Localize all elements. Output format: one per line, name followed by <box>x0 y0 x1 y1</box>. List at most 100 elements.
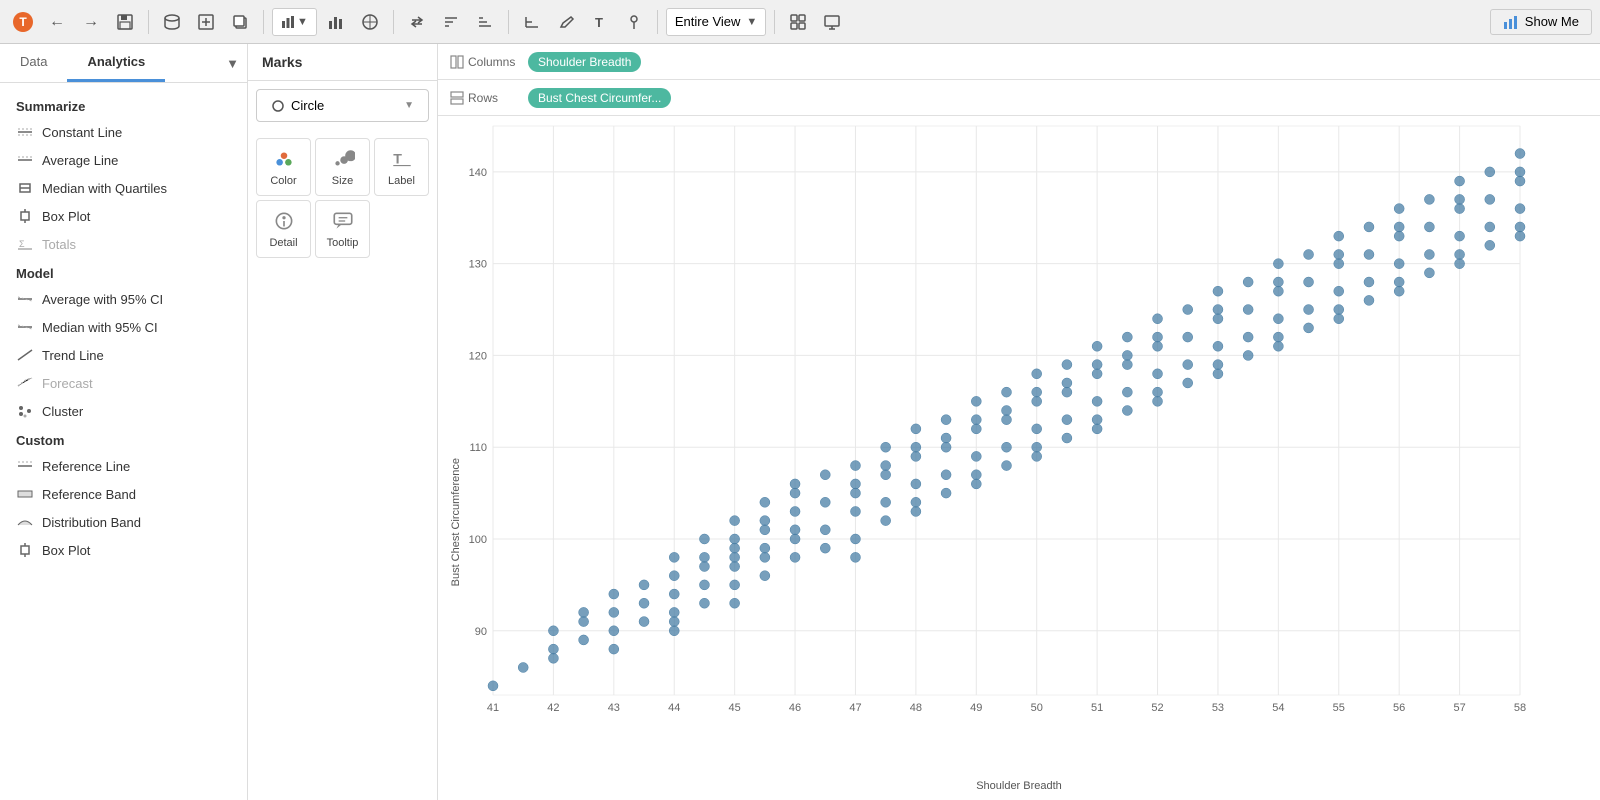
svg-text:51: 51 <box>1091 702 1103 714</box>
toolbar: T ← → ▼ T Enti <box>0 0 1600 44</box>
tableau-logo-icon: T <box>8 7 38 37</box>
marks-type-dropdown[interactable]: Circle ▼ <box>256 89 429 122</box>
svg-text:42: 42 <box>547 702 559 714</box>
item-box-plot-summarize[interactable]: Box Plot <box>0 202 247 230</box>
forward-button[interactable]: → <box>76 7 106 37</box>
rows-pill[interactable]: Bust Chest Circumfer... <box>528 88 671 108</box>
svg-text:140: 140 <box>469 167 487 179</box>
svg-text:90: 90 <box>475 626 487 638</box>
svg-text:56: 56 <box>1393 702 1405 714</box>
svg-text:110: 110 <box>469 442 487 454</box>
svg-text:T: T <box>393 151 402 167</box>
annotation-icon[interactable] <box>551 7 581 37</box>
item-trend-line[interactable]: Trend Line <box>0 341 247 369</box>
sort-asc-icon[interactable] <box>436 7 466 37</box>
marks-panel: Marks Circle ▼ Color <box>248 44 438 800</box>
text-icon[interactable]: T <box>585 7 615 37</box>
svg-text:100: 100 <box>469 534 487 546</box>
separator-6 <box>774 10 775 34</box>
y-axis-label: Bust Chest Circumference <box>450 458 462 586</box>
svg-text:120: 120 <box>469 350 487 362</box>
item-average-line[interactable]: Average Line <box>0 146 247 174</box>
swap-icon[interactable] <box>402 7 432 37</box>
svg-text:T: T <box>595 15 603 30</box>
svg-text:54: 54 <box>1272 702 1284 714</box>
present-icon[interactable] <box>817 7 847 37</box>
marks-header: Marks <box>248 44 437 81</box>
separator-1 <box>148 10 149 34</box>
label-icon[interactable] <box>517 7 547 37</box>
svg-text:53: 53 <box>1212 702 1224 714</box>
show-me-label: Show Me <box>1525 14 1579 29</box>
item-average-ci[interactable]: Average with 95% CI <box>0 285 247 313</box>
tabs-bar: Data Analytics ▼ <box>0 44 247 83</box>
duplicate-icon[interactable] <box>225 7 255 37</box>
item-cluster[interactable]: Cluster <box>0 397 247 425</box>
marks-label-button[interactable]: T Label <box>374 138 429 196</box>
bar-chart-icon[interactable] <box>321 7 351 37</box>
marks-detail-button[interactable]: Detail <box>256 200 311 258</box>
svg-text:49: 49 <box>970 702 982 714</box>
tabs-arrow[interactable]: ▼ <box>218 44 247 82</box>
marks-size-button[interactable]: Size <box>315 138 370 196</box>
svg-text:50: 50 <box>1031 702 1043 714</box>
item-reference-line[interactable]: Reference Line <box>0 452 247 480</box>
item-totals: Σ Totals <box>0 230 247 258</box>
chart-body: Bust Chest Circumference Shoulder Breadt… <box>438 116 1600 800</box>
map-icon[interactable] <box>355 7 385 37</box>
item-median-ci[interactable]: Median with 95% CI <box>0 313 247 341</box>
svg-text:55: 55 <box>1333 702 1345 714</box>
svg-text:130: 130 <box>469 259 487 271</box>
chart-area: Columns Shoulder Breadth Rows Bust Chest… <box>438 44 1600 800</box>
svg-text:43: 43 <box>608 702 620 714</box>
fix-axes-icon[interactable] <box>783 7 813 37</box>
show-me-button[interactable]: Show Me <box>1490 9 1592 35</box>
marks-tooltip-button[interactable]: Tooltip <box>315 200 370 258</box>
separator-5 <box>657 10 658 34</box>
svg-text:48: 48 <box>910 702 922 714</box>
svg-text:T: T <box>19 15 27 29</box>
tab-analytics[interactable]: Analytics <box>67 44 165 82</box>
data-source-icon[interactable] <box>157 7 187 37</box>
svg-text:Σ: Σ <box>19 239 25 249</box>
new-sheet-icon[interactable] <box>191 7 221 37</box>
separator-3 <box>393 10 394 34</box>
columns-label: Columns <box>450 55 520 69</box>
item-box-plot-custom[interactable]: Box Plot <box>0 536 247 564</box>
svg-text:41: 41 <box>487 702 499 714</box>
pin-icon[interactable] <box>619 7 649 37</box>
analytics-panel: Summarize Constant Line Average Line Med… <box>0 83 247 572</box>
svg-text:57: 57 <box>1453 702 1465 714</box>
separator-4 <box>508 10 509 34</box>
svg-text:46: 46 <box>789 702 801 714</box>
summarize-title: Summarize <box>0 91 247 118</box>
marks-buttons-grid: Color Size T Label <box>248 130 437 266</box>
main-content: Data Analytics ▼ Summarize Constant Line… <box>0 44 1600 800</box>
chart-header: Columns Shoulder Breadth Rows Bust Chest… <box>438 44 1600 116</box>
back-button[interactable]: ← <box>42 7 72 37</box>
svg-text:47: 47 <box>849 702 861 714</box>
rows-shelf: Rows Bust Chest Circumfer... <box>438 80 1600 116</box>
columns-pill[interactable]: Shoulder Breadth <box>528 52 641 72</box>
marks-type-label: Circle <box>291 98 324 113</box>
svg-text:58: 58 <box>1514 702 1526 714</box>
save-button[interactable] <box>110 7 140 37</box>
item-reference-band[interactable]: Reference Band <box>0 480 247 508</box>
custom-title: Custom <box>0 425 247 452</box>
columns-shelf: Columns Shoulder Breadth <box>438 44 1600 80</box>
svg-text:44: 44 <box>668 702 680 714</box>
x-axis-label: Shoulder Breadth <box>976 780 1062 792</box>
separator-2 <box>263 10 264 34</box>
left-panel: Data Analytics ▼ Summarize Constant Line… <box>0 44 248 800</box>
svg-text:45: 45 <box>729 702 741 714</box>
sort-desc-icon[interactable] <box>470 7 500 37</box>
model-title: Model <box>0 258 247 285</box>
marks-color-button[interactable]: Color <box>256 138 311 196</box>
item-constant-line[interactable]: Constant Line <box>0 118 247 146</box>
item-median-quartiles[interactable]: Median with Quartiles <box>0 174 247 202</box>
tab-data[interactable]: Data <box>0 44 67 82</box>
chart-type-dropdown[interactable]: ▼ <box>272 8 317 36</box>
view-dropdown[interactable]: Entire View ▼ <box>666 8 766 36</box>
item-distribution-band[interactable]: Distribution Band <box>0 508 247 536</box>
rows-label: Rows <box>450 91 520 105</box>
